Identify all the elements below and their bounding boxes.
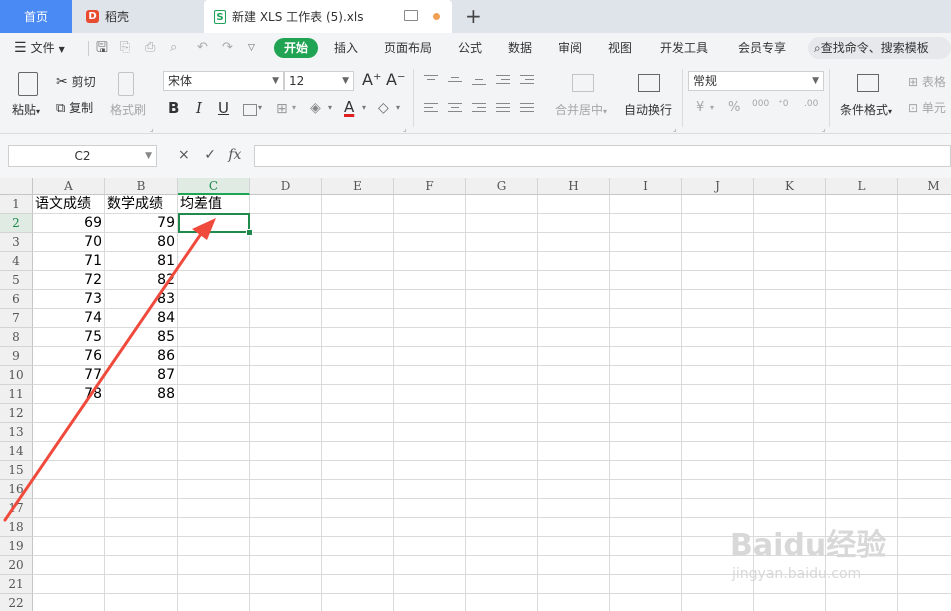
watermark-url: jingyan.baidu.com	[732, 566, 862, 582]
watermark-logo: Baidu经验	[730, 528, 887, 563]
annotation-arrow	[3, 226, 207, 522]
annotation-arrowhead	[192, 218, 216, 240]
